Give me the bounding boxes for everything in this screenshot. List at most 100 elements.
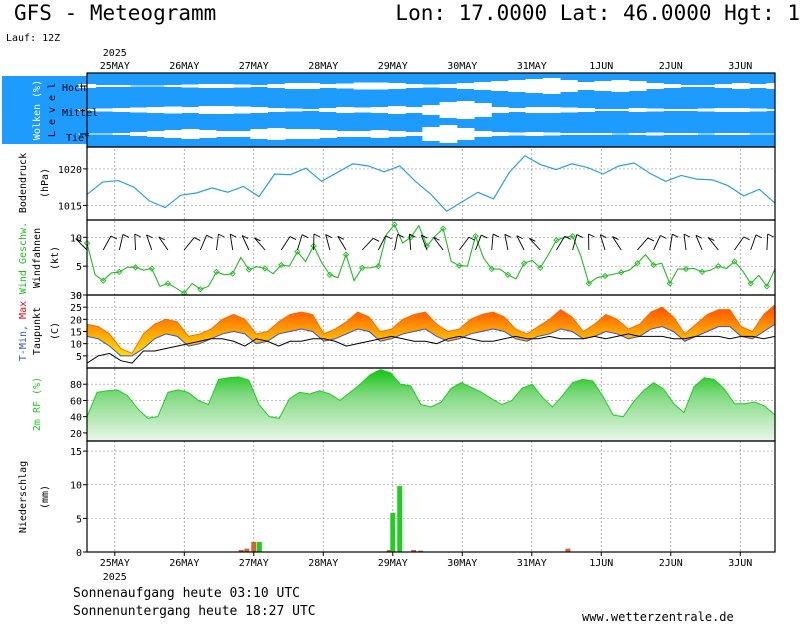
- wind-barb: [491, 234, 494, 251]
- cloud-high-block: [353, 82, 372, 90]
- top-date-label: 27MAY: [239, 61, 269, 72]
- wind-barb-feather: [492, 233, 500, 238]
- source-link[interactable]: www.wetterzentrale.de: [582, 610, 734, 624]
- cloud-low-block: [474, 131, 492, 137]
- humidity-ytick-label: 80: [70, 380, 82, 391]
- wind-barb: [653, 235, 661, 251]
- cloud-high-block: [508, 80, 527, 92]
- cloud-low-block: [164, 130, 183, 138]
- cloud-low-block: [749, 133, 767, 135]
- cloud-low-block: [663, 133, 681, 135]
- bottom-date-label: 3JUN: [728, 558, 752, 569]
- cloud-low-block: [388, 131, 406, 137]
- cloud-ylabel: Wolken (%): [32, 80, 43, 140]
- temperature-ytick-label: 20: [70, 315, 82, 326]
- wind-ylabel: Wind Geschw.: [18, 222, 29, 294]
- bottom-date-label: 2JUN: [659, 558, 683, 569]
- cloud-low-block: [439, 125, 458, 143]
- humidity-ylabel: 2m RF (%): [32, 377, 43, 431]
- pressure-panel-frame: [86, 146, 776, 221]
- wind-barb: [408, 234, 412, 251]
- bottom-date-label: 1JUN: [589, 558, 613, 569]
- cloud-mid-block: [560, 107, 578, 113]
- cloud-low-block: [112, 133, 131, 135]
- wind-barb: [216, 234, 219, 251]
- wind-barb: [504, 234, 509, 251]
- cloud-mid-block: [628, 108, 647, 112]
- cloud-high-block: [680, 85, 699, 87]
- cloud-mid-block: [319, 108, 337, 112]
- precip-ylabel: Niederschlag: [18, 461, 29, 533]
- cloud-low-block: [353, 131, 372, 137]
- cloud-low-block: [732, 133, 750, 135]
- cloud-high-block: [130, 85, 148, 87]
- top-date-label: 25MAY: [100, 61, 130, 72]
- cloud-low-block: [456, 128, 475, 140]
- cloud-low-block: [508, 132, 527, 136]
- humidity-ytick-label: 20: [70, 429, 82, 440]
- cloud-high-block: [749, 84, 767, 88]
- cloud-low-block: [697, 133, 716, 135]
- cloud-high-block: [319, 84, 337, 88]
- wind-barb: [707, 237, 719, 251]
- cloud-low-block: [422, 127, 441, 141]
- wind-barb: [297, 234, 303, 251]
- precip-panel-frame: [86, 440, 776, 553]
- cloud-low-block: [147, 131, 165, 137]
- cloud-mid-block: [405, 107, 423, 113]
- humidity-ytick-label: 40: [70, 413, 82, 424]
- cloud-mid-block: [95, 108, 114, 112]
- bottom-year-label: 2025: [103, 572, 127, 583]
- cloud-level-label: L e v e l: [47, 83, 58, 137]
- cloud-high-block: [439, 84, 458, 88]
- cloud-level-high: Hoch: [62, 83, 86, 94]
- wind-barb: [229, 234, 234, 251]
- cloud-high-block: [628, 81, 647, 91]
- top-date-label: 30MAY: [447, 61, 477, 72]
- wind-barb: [102, 235, 112, 251]
- cloud-high-block: [164, 85, 183, 87]
- cloud-low-block: [198, 130, 217, 138]
- cloud-high-block: [560, 80, 578, 92]
- cloud-high-block: [422, 84, 441, 88]
- cloud-high-block: [525, 79, 544, 93]
- cloud-mid-block: [388, 106, 406, 114]
- wind-barb-feather: [588, 233, 595, 238]
- wind-barb: [637, 237, 649, 251]
- cloud-low-block: [319, 130, 337, 138]
- cloud-low-block: [336, 131, 355, 137]
- top-date-label: 3JUN: [728, 61, 752, 72]
- wind-barb-feather: [397, 233, 404, 238]
- cloud-high-block: [542, 78, 561, 94]
- cloud-mid-block: [680, 109, 699, 111]
- cloud-low-block: [646, 132, 664, 136]
- cloud-low-block: [560, 133, 578, 135]
- cloud-low-block: [405, 132, 423, 136]
- top-date-label: 2JUN: [659, 61, 683, 72]
- wind-barb: [766, 233, 769, 251]
- sunrise-text: Sonnenaufgang heute 03:10 UTC: [73, 586, 300, 601]
- cloud-mid-block: [198, 106, 217, 114]
- cloud-high-block: [714, 84, 733, 88]
- wind-barb-feather: [313, 233, 321, 238]
- wind-barb-feather: [660, 235, 667, 239]
- cloud-mid-block: [147, 107, 165, 113]
- precip-bar: [256, 541, 262, 552]
- bottom-date-label: 28MAY: [308, 558, 338, 569]
- cloud-mid-block: [749, 108, 767, 112]
- cloud-mid-block: [577, 108, 595, 112]
- cloud-low-block: [594, 133, 613, 135]
- cloud-mid-block: [525, 107, 544, 113]
- cloud-low-block: [714, 133, 733, 135]
- precip-ytick-label: 0: [76, 548, 82, 559]
- precip-bar: [390, 512, 396, 552]
- bottom-date-label: 31MAY: [517, 558, 547, 569]
- cloud-high-block: [147, 85, 165, 87]
- wind-barb-feather: [385, 235, 392, 240]
- cloud-high-block: [611, 80, 630, 92]
- precip-ytick-label: 15: [70, 447, 82, 458]
- cloud-mid-block: [181, 107, 200, 113]
- cloud-high-block: [181, 84, 200, 88]
- wind-barb-feather: [672, 233, 679, 238]
- wind-barb-feather: [134, 233, 141, 238]
